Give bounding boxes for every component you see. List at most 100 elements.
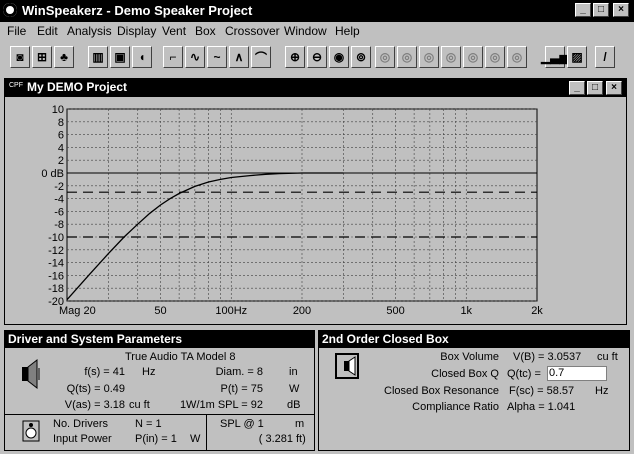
zoom-disabled-icon[interactable]: ◎ (397, 46, 417, 68)
project-window: CPF My DEMO Project _ □ × 10 8 6 4 2 0 dB -2 -4… (4, 78, 627, 325)
car-icon[interactable]: ♣ (54, 46, 74, 68)
y-tick-label: -6 (54, 206, 64, 218)
fs-value: f(s) = 41 (84, 366, 125, 378)
response-peak-icon[interactable]: ∧ (229, 46, 249, 68)
minimize-button[interactable]: _ (575, 3, 591, 17)
response-flat-icon[interactable]: ⌐ (163, 46, 183, 68)
qts-value: Q(ts) = 0.49 (66, 383, 125, 395)
pt-value: P(t) = 75 (220, 383, 264, 395)
x-tick-label: 1k (460, 305, 472, 317)
diam-unit: in (289, 366, 298, 378)
input-power-label: Input Power (53, 433, 112, 445)
project-maximize-button[interactable]: □ (587, 81, 603, 95)
driver-model: True Audio TA Model 8 (125, 351, 236, 363)
save-icon[interactable]: ▨ (567, 46, 587, 68)
x-tick-label: 500 (386, 305, 404, 317)
project-minimize-button[interactable]: _ (569, 81, 585, 95)
speaker-box-icon[interactable]: ⊞ (32, 46, 52, 68)
zoom-disabled-icon[interactable]: ◎ (485, 46, 505, 68)
driver-icon[interactable]: ◙ (10, 46, 30, 68)
y-tick-label: -12 (48, 245, 64, 257)
compliance-ratio-label: Compliance Ratio (412, 401, 499, 413)
toolbar: ◙ ⊞ ♣ ▥ ▣ ◖ ⌐ ∿ ~ ∧ ⌒ ⊕ ⊖ ◉ ⊚ ◎ ◎ ◎ ◎ ◎ … (0, 40, 634, 74)
y-tick-label: 2 (58, 155, 64, 167)
vas-unit: cu ft (129, 399, 150, 411)
closed-box-resonance-label: Closed Box Resonance (384, 385, 499, 397)
zoom-in-icon[interactable]: ⊕ (285, 46, 305, 68)
maximize-button[interactable]: □ (593, 3, 609, 17)
alpha-value: Alpha = 1.041 (507, 401, 576, 413)
project-corner-label: CPF (9, 82, 23, 89)
closed-box-q-label: Closed Box Q (431, 368, 499, 380)
spl-divider (206, 415, 207, 451)
menu-box[interactable]: Box (195, 24, 216, 38)
zoom-out-icon[interactable]: ⊖ (307, 46, 327, 68)
zoom-disabled-icon[interactable]: ◎ (419, 46, 439, 68)
project-title-bar: CPF My DEMO Project _ □ × (5, 79, 626, 97)
vent-icon[interactable]: ◖ (132, 46, 152, 68)
menu-crossover[interactable]: Crossover (225, 24, 280, 38)
menu-vent[interactable]: Vent (162, 24, 186, 38)
box-volume-label: Box Volume (440, 351, 499, 363)
q-tc-label: Q(tc) = (507, 368, 541, 380)
tweeter-icon[interactable]: ▥ (88, 46, 108, 68)
y-tick-label: -4 (54, 194, 64, 206)
menu-window[interactable]: Window (284, 24, 327, 38)
project-title: My DEMO Project (27, 80, 128, 94)
menu-file[interactable]: File (7, 24, 26, 38)
closed-box-icon (335, 353, 359, 379)
resonance-unit: Hz (595, 385, 609, 397)
input-power-value[interactable]: P(in) = 1 (135, 433, 177, 445)
spl-at-label: SPL @ 1 (220, 418, 264, 430)
distance-value: ( 3.281 (258, 433, 293, 445)
response-wave-icon[interactable]: ∿ (185, 46, 205, 68)
distance-unit: ft) (296, 433, 306, 445)
project-close-button[interactable]: × (606, 81, 622, 95)
y-tick-label: -18 (48, 283, 64, 295)
line-icon[interactable]: / (595, 46, 615, 68)
amplifier-icon (22, 420, 40, 442)
box-panel: 2nd Order Closed Box Box Volume V(B) = 3… (318, 330, 630, 451)
ndrivers-value[interactable]: N = 1 (135, 418, 162, 430)
y-tick-label: -16 (48, 270, 64, 282)
y-tick-label: -10 (48, 232, 64, 244)
driver-divider (5, 414, 314, 415)
x-tick-label: 2k (531, 305, 543, 317)
spl-unit: dB (287, 399, 301, 411)
y-tick-label: -8 (54, 219, 64, 231)
box-volume-value: V(B) = 3.0537 (513, 351, 582, 363)
x-tick-label: 50 (154, 305, 166, 317)
response-chart: 1086420 dB-2-4-6-8-10-12-14-16-18-20Mag … (41, 104, 543, 317)
app-speaker-icon (3, 3, 17, 17)
driver-panel-title: Driver and System Parameters (5, 331, 314, 348)
response-dip-icon[interactable]: ~ (207, 46, 227, 68)
cabinet-icon[interactable]: ▣ (110, 46, 130, 68)
fs-unit: Hz (142, 366, 156, 378)
close-button[interactable]: × (613, 3, 629, 17)
bar-graph-icon[interactable]: ▁▃▅ (541, 46, 569, 68)
menu-edit[interactable]: Edit (37, 24, 58, 38)
menu-display[interactable]: Display (117, 24, 156, 38)
q-tc-input[interactable]: 0.7 (547, 366, 607, 381)
pt-unit: W (289, 383, 300, 395)
menu-help[interactable]: Help (335, 24, 360, 38)
x-tick-label: Mag 20 (59, 305, 96, 317)
y-tick-label: 0 dB (41, 168, 64, 180)
response-rolloff-icon[interactable]: ⌒ (251, 46, 271, 68)
zoom-disabled-icon[interactable]: ◎ (463, 46, 483, 68)
zoom-reset-icon[interactable]: ⊚ (351, 46, 371, 68)
zoom-active-icon[interactable]: ◉ (329, 46, 349, 68)
x-tick-label: 100Hz (215, 305, 247, 317)
y-tick-label: -14 (48, 258, 64, 270)
input-power-unit: W (190, 433, 201, 445)
zoom-disabled-icon[interactable]: ◎ (507, 46, 527, 68)
app-title: WinSpeakerz - Demo Speaker Project (22, 3, 253, 18)
spl-at-unit: m (295, 418, 305, 430)
y-tick-label: 8 (58, 117, 64, 129)
zoom-disabled-icon[interactable]: ◎ (441, 46, 461, 68)
zoom-disabled-icon[interactable]: ◎ (375, 46, 395, 68)
menu-analysis[interactable]: Analysis (67, 24, 112, 38)
driver-panel: Driver and System Parameters True Audio … (4, 330, 315, 451)
diam-value: Diam. = 8 (215, 366, 263, 378)
box-panel-title: 2nd Order Closed Box (319, 331, 629, 348)
